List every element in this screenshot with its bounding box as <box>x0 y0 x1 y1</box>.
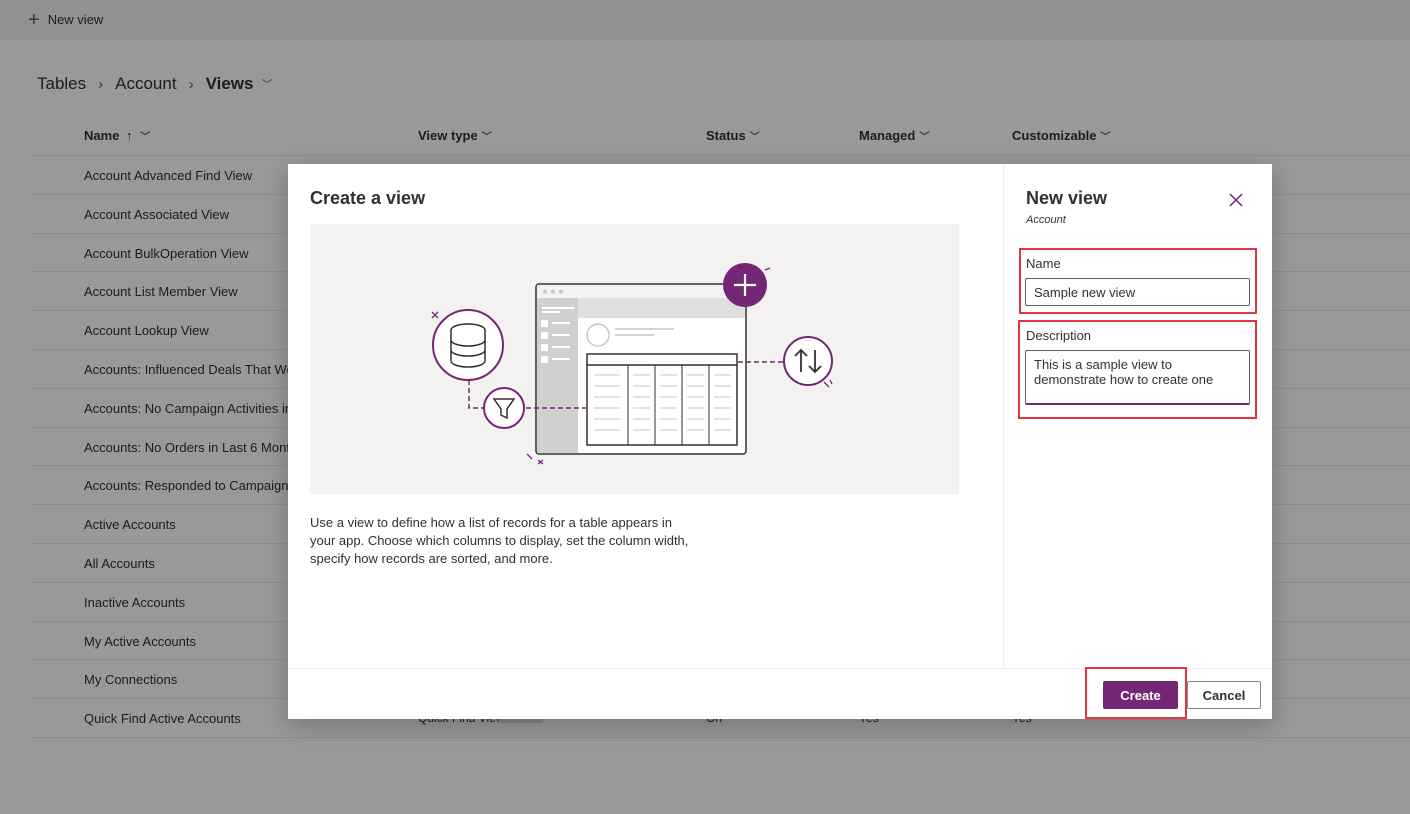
name-label: Name <box>1026 256 1061 271</box>
cancel-button[interactable]: Cancel <box>1187 681 1261 709</box>
dialog-info-pane: Create a view Use a view to define how a… <box>288 164 1004 668</box>
view-illustration <box>431 263 833 465</box>
description-input[interactable]: This is a sample view to demonstrate how… <box>1025 350 1250 405</box>
dialog-footer: Create Cancel <box>288 667 1272 719</box>
panel-title: New view <box>1026 188 1108 208</box>
description-label: Description <box>1026 328 1092 343</box>
close-button[interactable] <box>1226 190 1246 210</box>
illustration <box>310 224 959 494</box>
dialog-description: Use a view to define how a list of recor… <box>310 515 689 566</box>
database-icon <box>450 323 486 368</box>
close-icon <box>1229 193 1243 207</box>
create-view-dialog: Create a view Use a view to define how a… <box>288 164 1272 719</box>
panel-subtitle: Account <box>1026 214 1066 226</box>
dialog-title: Create a view <box>310 188 426 208</box>
new-view-panel: New view Account Name Description This i… <box>1004 164 1272 668</box>
create-button[interactable]: Create <box>1103 681 1178 709</box>
name-input[interactable] <box>1025 278 1250 306</box>
